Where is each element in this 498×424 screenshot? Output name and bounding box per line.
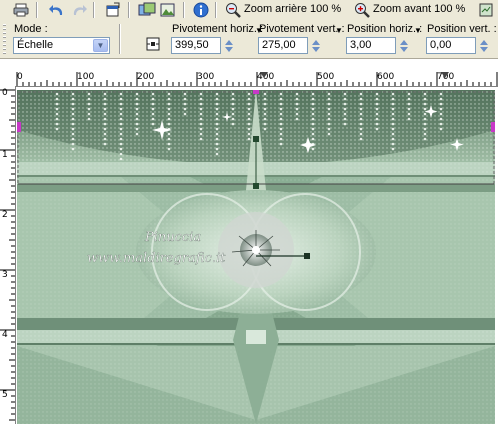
center-handle[interactable] [253,136,259,142]
ruler-label: 100 [77,72,95,82]
ruler-label: 0 [2,88,8,98]
ruler-marker-icon [441,72,449,78]
pivot-horiz-field[interactable]: 399,50 [171,37,221,54]
zoom-in-button[interactable]: Zoom avant 100 % [373,3,465,15]
ruler-label: 300 [197,72,215,82]
watermark-line1: Pinuccia [144,230,201,245]
resize-handle[interactable] [491,122,495,132]
image-info-icon[interactable] [160,1,178,19]
dropdown-small-icon[interactable]: ▼ [335,26,343,35]
pivot-point-icon[interactable] [146,37,160,51]
spin-icon[interactable] [478,37,490,54]
top-toolbar: Zoom arrière 100 % Zoom avant 100 % [0,0,498,21]
undo-icon[interactable] [48,1,66,19]
position-horiz-field[interactable]: 3,00 [346,37,396,54]
zoom-in-icon[interactable] [353,1,371,19]
ruler-label: 4 [2,330,8,340]
pivot-horiz-value: 399,50 [175,39,209,51]
tool-options-bar: Mode : Échelle ▼ Pivotement horiz. : ▼ 3… [0,20,498,59]
ruler-label: 200 [137,72,155,82]
image-canvas[interactable]: Pinuccia www.maldiregrafic.it [17,90,495,424]
ruler-label: 5 [2,390,8,400]
ruler-label: 500 [317,72,335,82]
pivot-horiz-label: Pivotement horiz. : [172,23,264,35]
spin-icon[interactable] [310,37,322,54]
print-icon[interactable] [12,1,30,19]
position-vert-value: 0,00 [430,39,452,51]
document-window: 0 100 200 300 400 500 600 700 0 1 2 3 4 … [0,59,498,424]
chevron-down-icon[interactable]: ▼ [93,39,108,52]
position-vert-field[interactable]: 0,00 [426,37,476,54]
ruler-label: 1 [2,150,8,160]
spin-icon[interactable] [223,37,235,54]
zoom-out-button[interactable]: Zoom arrière 100 % [244,3,341,15]
toolbar-grip[interactable] [3,24,6,54]
position-vert-label: Position vert. : [427,23,497,35]
info-icon[interactable] [192,1,210,19]
ruler-marker-icon [260,72,268,78]
dropdown-small-icon[interactable]: ▼ [414,26,422,35]
rotation-handle[interactable] [253,183,259,189]
pivot-vert-field[interactable]: 275,00 [258,37,308,54]
vertical-ruler: 0 1 2 3 4 5 [0,86,16,424]
window-title-strip [0,59,498,72]
ruler-label: 3 [2,270,8,280]
mode-label: Mode : [14,23,48,35]
ruler-label: 2 [2,210,8,220]
watermark-line2: www.maldiregrafic.it [87,251,226,266]
horizontal-ruler: 0 100 200 300 400 500 600 700 [0,72,498,87]
ruler-label: 0 [17,72,23,82]
redo-icon[interactable] [70,1,88,19]
position-horiz-value: 3,00 [350,39,372,51]
pivot-vert-value: 275,00 [262,39,296,51]
window-icon[interactable] [104,1,122,19]
position-horiz-label: Position horiz. : [347,23,423,35]
ruler-label: 600 [377,72,395,82]
resize-handle[interactable] [253,90,259,94]
spin-icon[interactable] [398,37,410,54]
mode-value: Échelle [17,39,54,51]
pivot-handle[interactable] [304,253,310,259]
resize-handle[interactable] [17,122,21,132]
mode-select[interactable]: Échelle ▼ [13,37,110,54]
fit-window-icon[interactable] [477,1,495,19]
pivot-vert-label: Pivotement vert. : [259,23,345,35]
zoom-out-icon[interactable] [224,1,242,19]
browse-images-icon[interactable] [138,1,156,19]
